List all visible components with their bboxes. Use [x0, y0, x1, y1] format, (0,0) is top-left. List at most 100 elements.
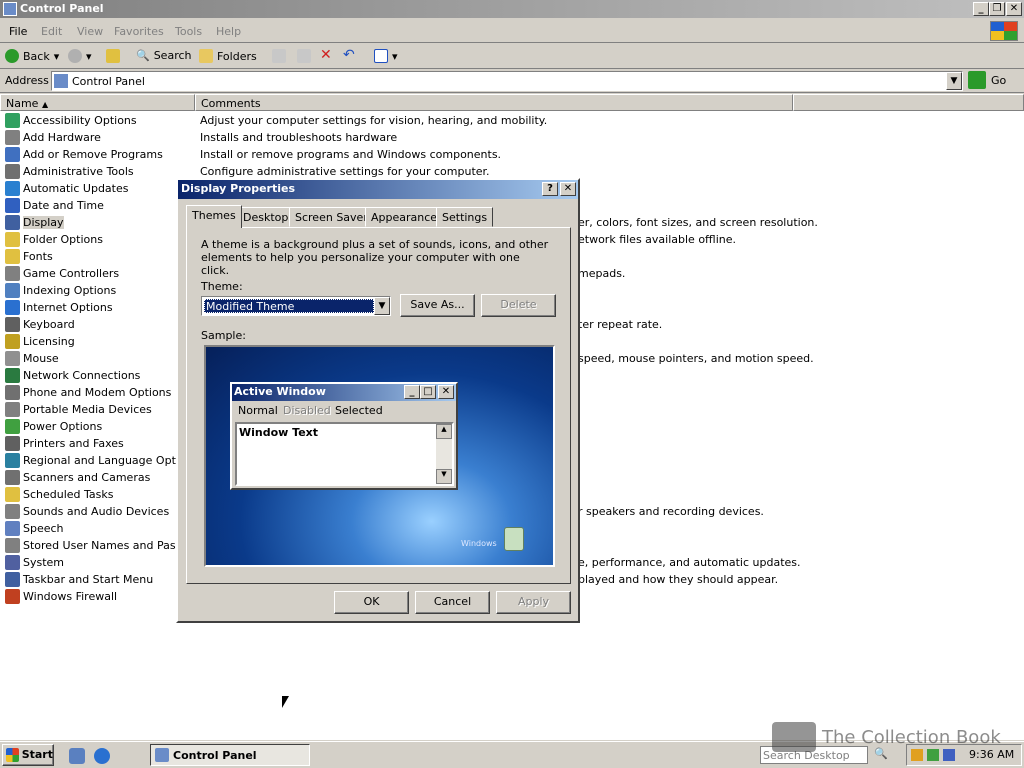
views-button[interactable]: ▾ — [374, 49, 398, 63]
taskbar-button-control-panel[interactable]: Control Panel — [150, 744, 310, 766]
apply-button[interactable]: Apply — [496, 591, 571, 614]
move-to-button[interactable] — [272, 49, 286, 63]
show-desktop-icon[interactable] — [69, 748, 85, 764]
go-button[interactable]: Go — [968, 71, 1006, 89]
dialog-close-button[interactable]: ✕ — [560, 182, 576, 196]
list-item[interactable]: Printers and Faxes — [0, 435, 194, 452]
tab-appearance[interactable]: Appearance — [365, 207, 444, 227]
dropdown-arrow-icon: ▾ — [392, 49, 398, 63]
close-button[interactable]: ✕ — [1006, 2, 1022, 16]
comment-text: ter repeat rate. — [578, 318, 663, 331]
copy-to-icon — [297, 49, 311, 63]
list-item[interactable]: Date and Time — [0, 197, 194, 214]
restore-button[interactable]: ❐ — [989, 2, 1005, 16]
theme-select[interactable]: Modified Theme ▼ — [201, 296, 391, 316]
list-item-label: Mouse — [23, 352, 59, 365]
comment-text: mepads. — [578, 267, 626, 280]
list-item-label: Internet Options — [23, 301, 113, 314]
minimize-button[interactable]: _ — [973, 2, 989, 16]
cancel-button[interactable]: Cancel — [415, 591, 490, 614]
list-item-label: Fonts — [23, 250, 53, 263]
list-item[interactable]: Fonts — [0, 248, 194, 265]
help-button[interactable]: ? — [542, 182, 558, 196]
menu-bar: File Edit View Favorites Tools Help — [0, 19, 1024, 43]
tab-themes[interactable]: Themes — [186, 205, 242, 228]
forward-button[interactable]: ▾ — [68, 49, 92, 63]
tab-screen-saver[interactable]: Screen Saver — [289, 207, 374, 227]
search-label: Search — [153, 49, 192, 62]
tab-desktop[interactable]: Desktop — [237, 207, 295, 227]
menu-edit[interactable]: Edit — [41, 25, 62, 38]
preview-maximize-icon: □ — [420, 385, 436, 399]
system-icon — [5, 555, 20, 570]
list-item[interactable]: System — [0, 554, 194, 571]
sound-icon — [5, 504, 20, 519]
hardware-icon — [5, 130, 20, 145]
menu-view[interactable]: View — [77, 25, 103, 38]
list-item[interactable]: Add Hardware — [0, 129, 194, 146]
list-item[interactable]: Sounds and Audio Devices — [0, 503, 194, 520]
list-item[interactable]: Phone and Modem Options — [0, 384, 194, 401]
delete-button[interactable]: Delete — [481, 294, 556, 317]
tab-label: Screen Saver — [295, 211, 368, 224]
list-item[interactable]: Portable Media Devices — [0, 401, 194, 418]
list-item-label: Power Options — [23, 420, 103, 433]
list-item[interactable]: Stored User Names and Passwo — [0, 537, 194, 554]
watermark: The Collection Book — [772, 722, 1001, 752]
recycle-bin-icon — [504, 527, 524, 551]
tab-settings[interactable]: Settings — [436, 207, 494, 227]
list-item[interactable]: Mouse — [0, 350, 194, 367]
sample-label: Sample: — [201, 329, 246, 342]
list-item[interactable]: Accessibility Options — [0, 112, 194, 129]
undo-icon[interactable]: ↶ — [343, 47, 355, 63]
menu-tools[interactable]: Tools — [175, 25, 202, 38]
ok-button[interactable]: OK — [334, 591, 409, 614]
list-item[interactable]: Automatic Updates — [0, 180, 194, 197]
list-item[interactable]: Taskbar and Start Menu — [0, 571, 194, 588]
list-item-label: Taskbar and Start Menu — [23, 573, 154, 586]
list-item[interactable]: Indexing Options — [0, 282, 194, 299]
menu-help[interactable]: Help — [216, 25, 241, 38]
chevron-down-icon[interactable]: ▼ — [374, 297, 390, 315]
list-item[interactable]: Windows Firewall — [0, 588, 194, 605]
save-as-button[interactable]: Save As... — [400, 294, 475, 317]
back-button[interactable]: Back ▾ — [5, 49, 59, 63]
forward-arrow-icon — [68, 49, 82, 63]
list-item[interactable]: Scheduled Tasks — [0, 486, 194, 503]
list-item[interactable]: Network Connections — [0, 367, 194, 384]
internet-explorer-icon[interactable] — [94, 748, 110, 764]
address-input[interactable]: Control Panel ▼ — [51, 71, 963, 91]
dialog-titlebar[interactable]: Display Properties ? ✕ — [178, 180, 578, 199]
address-value: Control Panel — [72, 75, 145, 88]
comment-text: Install or remove programs and Windows c… — [200, 148, 502, 161]
start-button[interactable]: Start — [2, 744, 54, 766]
theme-select-value: Modified Theme — [204, 299, 374, 313]
window-titlebar[interactable]: Control Panel _ ❐ ✕ — [0, 0, 1024, 18]
delete-icon[interactable]: ✕ — [320, 47, 332, 63]
list-item[interactable]: Folder Options — [0, 231, 194, 248]
list-item[interactable]: Speech — [0, 520, 194, 537]
search-button[interactable]: 🔍 Search — [136, 49, 192, 62]
menu-favorites[interactable]: Favorites — [114, 25, 164, 38]
column-header-comments[interactable]: Comments — [195, 94, 793, 111]
list-item[interactable]: Keyboard — [0, 316, 194, 333]
address-dropdown-button[interactable]: ▼ — [946, 72, 962, 90]
list-item-label: Speech — [23, 522, 64, 535]
list-item[interactable]: Add or Remove Programs — [0, 146, 194, 163]
copy-to-button[interactable] — [297, 49, 311, 63]
list-item[interactable]: Administrative Tools — [0, 163, 194, 180]
updates-icon — [5, 181, 20, 196]
list-item[interactable]: Internet Options — [0, 299, 194, 316]
list-item[interactable]: Regional and Language Options — [0, 452, 194, 469]
folders-button[interactable]: Folders — [199, 49, 257, 63]
menu-file[interactable]: File — [9, 25, 27, 38]
up-folder-button[interactable] — [106, 49, 120, 63]
comment-text: Adjust your computer settings for vision… — [200, 114, 548, 127]
list-item[interactable]: Display — [0, 214, 194, 231]
list-item[interactable]: Power Options — [0, 418, 194, 435]
display-properties-dialog[interactable]: Display Properties ? ✕ Themes Desktop Sc… — [176, 178, 580, 623]
list-item[interactable]: Scanners and Cameras — [0, 469, 194, 486]
list-item[interactable]: Game Controllers — [0, 265, 194, 282]
column-header-name[interactable]: Name ▲ — [0, 94, 195, 111]
list-item[interactable]: Licensing — [0, 333, 194, 350]
